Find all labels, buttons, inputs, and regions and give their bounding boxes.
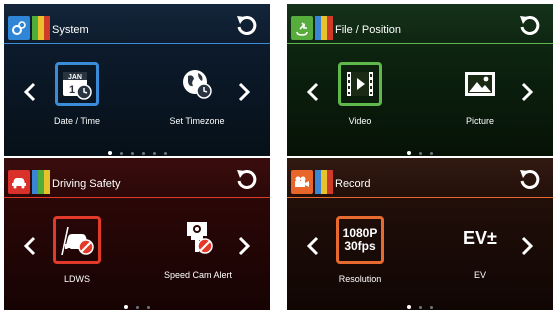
video-item[interactable]: Video (325, 62, 395, 126)
page-indicator (4, 296, 270, 310)
date-time-label: Date / Time (53, 116, 100, 126)
prev-arrow-icon[interactable] (22, 82, 38, 102)
ldws-label: LDWS (63, 274, 90, 284)
resolution-line2: 30fps (344, 239, 376, 253)
globe-clock-icon (175, 62, 219, 106)
ev-label: EV (473, 270, 486, 280)
svg-text:JAN: JAN (68, 74, 82, 81)
video-label: Video (348, 116, 372, 126)
ev-icon: EV± (458, 216, 502, 260)
record-header: Record (287, 158, 553, 198)
speed-cam-alert-label: Speed Cam Alert (163, 270, 233, 280)
file-title: File / Position (335, 24, 402, 36)
system-title: System (52, 24, 89, 36)
picture-label: Picture (465, 116, 494, 126)
back-icon[interactable] (234, 12, 260, 38)
system-header: System (4, 4, 270, 44)
picture-item[interactable]: Picture (445, 62, 515, 126)
ldws-item[interactable]: LDWS (42, 216, 112, 284)
page-indicator (287, 296, 553, 310)
car-lane-warning-icon (53, 216, 101, 264)
back-icon[interactable] (517, 12, 543, 38)
file-header: File / Position (287, 4, 553, 44)
speed-cam-alert-item[interactable]: Speed Cam Alert (156, 216, 240, 280)
next-arrow-icon[interactable] (519, 82, 535, 102)
prev-arrow-icon[interactable] (22, 236, 38, 256)
date-time-item[interactable]: JAN 1 Date / Time (42, 62, 112, 126)
resolution-icon: 1080P 30fps (336, 216, 384, 264)
set-timezone-label: Set Timezone (169, 116, 225, 126)
system-tab-stripes (8, 16, 50, 40)
back-icon[interactable] (517, 166, 543, 192)
gears-icon (8, 16, 30, 40)
car-icon (8, 170, 30, 194)
system-panel: System JAN 1 Date / Time Set Timezone (4, 4, 270, 156)
next-arrow-icon[interactable] (236, 82, 252, 102)
page-indicator (4, 142, 270, 156)
driving-safety-panel: Driving Safety LDWS Speed Cam Alert (4, 158, 270, 310)
speed-camera-icon (176, 216, 220, 260)
ev-icon-text: EV± (463, 227, 497, 248)
record-title: Record (335, 178, 371, 190)
back-icon[interactable] (234, 166, 260, 192)
resolution-label: Resolution (338, 274, 382, 284)
picture-icon (458, 62, 502, 106)
set-timezone-item[interactable]: Set Timezone (162, 62, 232, 126)
svg-text:1: 1 (69, 84, 75, 96)
prev-arrow-icon[interactable] (305, 236, 321, 256)
next-arrow-icon[interactable] (519, 236, 535, 256)
record-panel: Record 1080P 30fps Resolution EV± EV (287, 158, 553, 310)
file-transfer-icon (291, 16, 313, 40)
drive-header: Driving Safety (4, 158, 270, 198)
drive-title: Driving Safety (52, 178, 121, 190)
prev-arrow-icon[interactable] (305, 82, 321, 102)
ev-item[interactable]: EV± EV (445, 216, 515, 281)
resolution-item[interactable]: 1080P 30fps Resolution (325, 216, 395, 284)
page-indicator (287, 142, 553, 156)
video-camera-icon (291, 170, 313, 194)
film-icon (338, 62, 382, 106)
file-position-panel: File / Position Video Picture (287, 4, 553, 156)
calendar-clock-icon: JAN 1 (55, 62, 99, 106)
